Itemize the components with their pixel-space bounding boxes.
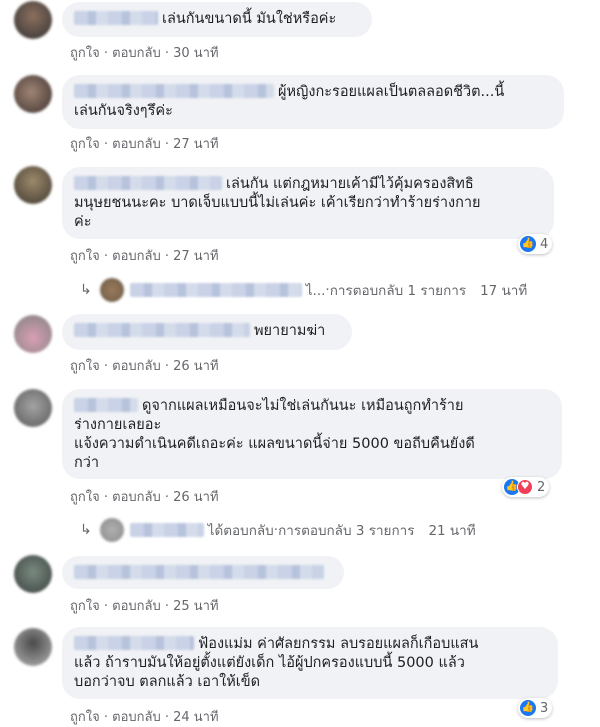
comment-text: กว่า — [74, 455, 100, 471]
like-link[interactable]: ถูกใจ — [70, 490, 100, 505]
reply-link[interactable]: ตอบกลับ — [112, 359, 161, 374]
comment-actions: ถูกใจ · ตอบกลับ · 27 นาที — [70, 249, 219, 264]
comment-text: พยายามฆ่า — [254, 323, 326, 339]
reply-link[interactable]: ตอบกลับ — [112, 249, 161, 264]
reply-time: 21 นาที — [428, 523, 476, 539]
comment-actions: ถูกใจ · ตอบกลับ · 30 นาที — [70, 46, 219, 61]
love-reaction-icon: ♥ — [517, 479, 533, 495]
like-link[interactable]: ถูกใจ — [70, 599, 100, 614]
like-link[interactable]: ถูกใจ — [70, 46, 100, 61]
like-link[interactable]: ถูกใจ — [70, 359, 100, 374]
comment-text: ดูจากแผลเหมือนจะไม่ใช่เล่นกันนะ เหมือนถู… — [142, 398, 464, 414]
avatar[interactable] — [14, 75, 52, 113]
commenter-name[interactable] — [74, 636, 194, 650]
avatar[interactable] — [14, 628, 52, 666]
like-link[interactable]: ถูกใจ — [70, 137, 100, 152]
comment-bubble: เล่นกันขนาดนี้ มันใช่หรือค่ะ — [62, 2, 372, 37]
reply-link[interactable]: ตอบกลับ — [112, 599, 161, 614]
comment-text: ผู้หญิงกะรอยแผลเป็นตลลอดชีวิต...นี้ — [278, 84, 505, 100]
reaction-summary[interactable]: 👍 3 — [518, 698, 553, 718]
like-link[interactable]: ถูกใจ — [70, 710, 100, 725]
reply-link[interactable]: ตอบกลับ — [112, 46, 161, 61]
reaction-summary[interactable]: 👍 4 — [518, 234, 553, 254]
comment-text: มนุษยชนนะคะ บาดเจ็บแบบนี้ไม่เล่นค่ะ เค้า… — [74, 195, 481, 211]
reply-link[interactable]: ตอบกลับ — [112, 490, 161, 505]
reply-arrow-icon: ↳ — [80, 282, 92, 298]
comment-text: ร่างกายเลยอะ — [74, 417, 162, 433]
commenter-name[interactable] — [74, 398, 138, 412]
replier-name — [129, 523, 204, 537]
comment-time[interactable]: 30 นาที — [173, 46, 218, 61]
reply-link[interactable]: ตอบกลับ — [112, 137, 161, 152]
reply-count[interactable]: การตอบกลับ 3 รายการ — [278, 519, 414, 541]
replies-summary[interactable]: ↳ ไ... · การตอบกลับ 1 รายการ 17 นาที — [80, 278, 527, 302]
avatar[interactable] — [14, 555, 52, 593]
like-reaction-icon: 👍 — [520, 236, 536, 252]
comment-text: บอกว่าจบ ตลกแล้ว เอาให้เข็ด — [74, 674, 261, 690]
like-link[interactable]: ถูกใจ — [70, 249, 100, 264]
comment-bubble: ฟ้องแม่ม ค่าศัลยกรรม ลบรอยแผลก็เกือบแสน … — [62, 627, 558, 699]
comment-bubble: ผู้หญิงกะรอยแผลเป็นตลลอดชีวิต...นี้ เล่น… — [62, 75, 564, 129]
avatar[interactable] — [14, 315, 52, 353]
comment-text: ค่ะ — [74, 214, 92, 230]
avatar — [99, 278, 124, 302]
comment-text: เล่นกัน แต่กฎหมายเค้ามีไว้คุ้มครองสิทธิ — [226, 176, 474, 192]
comment-actions: ถูกใจ · ตอบกลับ · 27 นาที — [70, 137, 219, 152]
reply-arrow-icon: ↳ — [80, 522, 92, 538]
commenter-name[interactable] — [74, 84, 274, 98]
comment-bubble: เล่นกัน แต่กฎหมายเค้ามีไว้คุ้มครองสิทธิ … — [62, 167, 554, 239]
avatar[interactable] — [14, 389, 52, 427]
comment-actions: ถูกใจ · ตอบกลับ · 25 นาที — [70, 599, 219, 614]
comment-bubble — [62, 556, 344, 589]
reply-time: 17 นาที — [480, 283, 528, 299]
comment-text: ฟ้องแม่ม ค่าศัลยกรรม ลบรอยแผลก็เกือบแสน — [198, 636, 479, 652]
replies-summary[interactable]: ↳ ได้ตอบกลับ · การตอบกลับ 3 รายการ 21 นาท… — [80, 518, 476, 542]
commenter-name[interactable] — [74, 323, 250, 337]
reply-count[interactable]: การตอบกลับ 1 รายการ — [330, 279, 466, 301]
like-reaction-icon: 👍 — [520, 700, 536, 716]
comment-bubble: ดูจากแผลเหมือนจะไม่ใช่เล่นกันนะ เหมือนถู… — [62, 389, 562, 479]
comment-bubble: พยายามฆ่า — [62, 314, 352, 350]
commenter-name[interactable] — [74, 176, 222, 190]
replier-name — [129, 283, 302, 297]
reply-link[interactable]: ตอบกลับ — [112, 710, 161, 725]
comment-text: แล้ว ถ้าราบมันให้อยู่ตั้งแต่ยังเด็ก ไอ้ผ… — [74, 655, 465, 671]
avatar — [99, 518, 124, 542]
comment-time[interactable]: 27 นาที — [173, 137, 218, 152]
commenter-name[interactable] — [74, 565, 324, 579]
comment-time[interactable]: 25 นาที — [173, 599, 218, 614]
avatar[interactable] — [14, 1, 52, 39]
comment-time[interactable]: 26 นาที — [173, 359, 218, 374]
comment-actions: ถูกใจ · ตอบกลับ · 26 นาที — [70, 490, 219, 505]
avatar[interactable] — [14, 166, 52, 204]
comment-time[interactable]: 24 นาที — [173, 710, 218, 725]
comment-actions: ถูกใจ · ตอบกลับ · 26 นาที — [70, 359, 219, 374]
comment-text: เล่นกันจริงๆรึค่ะ — [74, 103, 173, 119]
comment-text: เล่นกันขนาดนี้ มันใช่หรือค่ะ — [162, 11, 337, 27]
comment-time[interactable]: 26 นาที — [173, 490, 218, 505]
reaction-summary[interactable]: 👍 ♥ 2 — [502, 477, 550, 497]
commenter-name[interactable] — [74, 11, 158, 25]
comment-time[interactable]: 27 นาที — [173, 249, 218, 264]
comment-text: แจ้งความดำเนินคดีเถอะค่ะ แผลขนาดนี้จ่าย … — [74, 436, 475, 452]
